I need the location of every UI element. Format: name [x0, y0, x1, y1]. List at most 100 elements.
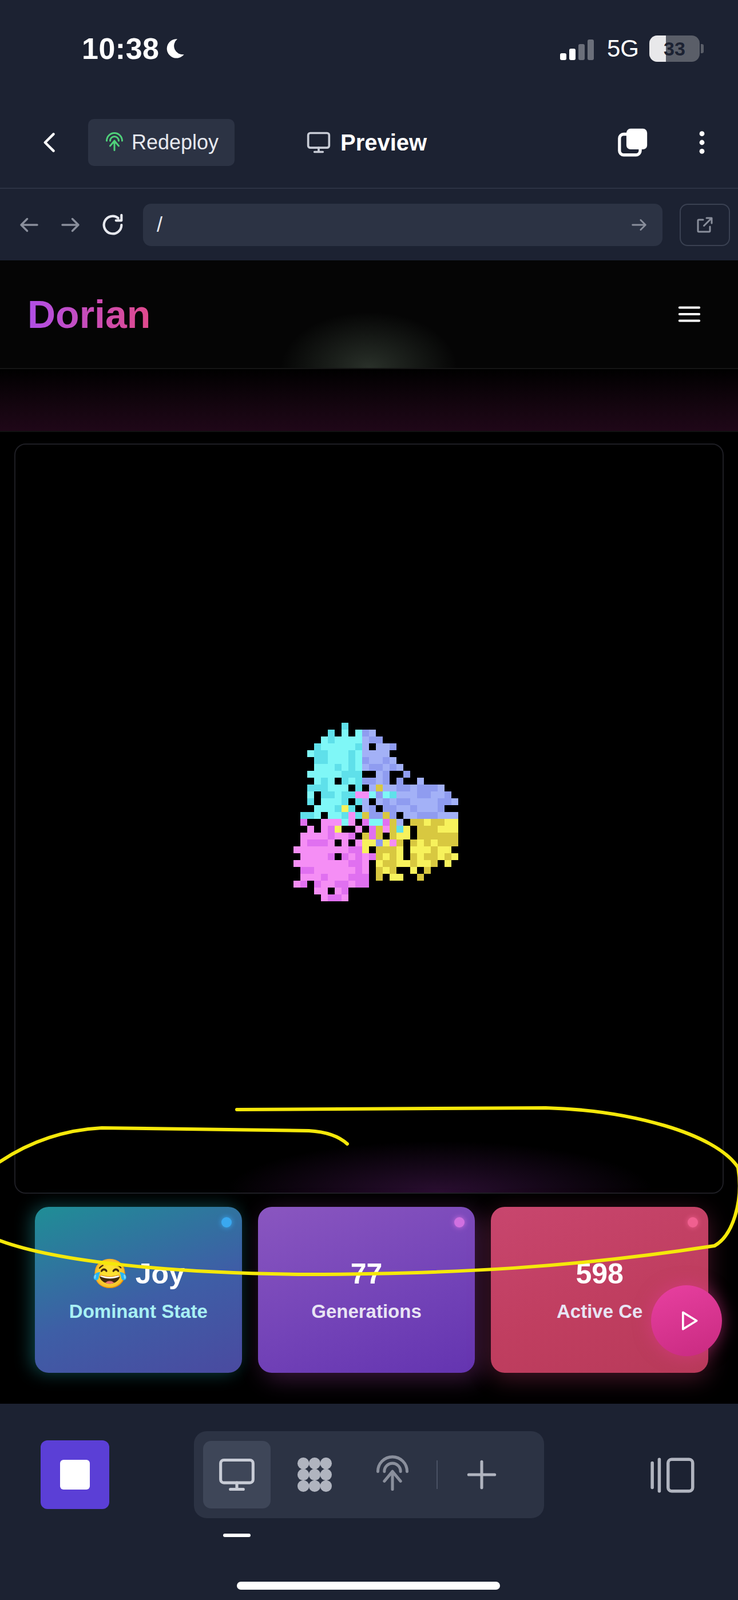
grid-cell [334, 846, 342, 853]
grid-cell [355, 736, 363, 744]
site-logo[interactable]: Dorian [27, 289, 151, 339]
grid-cell [410, 852, 418, 860]
grid-cell [403, 784, 411, 792]
grid-cell [307, 859, 315, 867]
grid-cell [341, 729, 349, 737]
hamburger-menu-icon[interactable] [676, 300, 703, 328]
grid-cell [327, 825, 335, 833]
more-options-icon[interactable] [688, 126, 716, 159]
forward-arrow-icon[interactable] [58, 212, 83, 237]
grid-cell [375, 770, 383, 778]
grid-cell [369, 818, 376, 826]
grid-cell [396, 825, 404, 833]
grid-cell [437, 791, 445, 799]
bottom-toolbar [0, 1403, 738, 1600]
grid-cell [362, 736, 369, 744]
app-toolbar: Redeploy Preview [0, 97, 738, 189]
grid-cell [355, 743, 363, 751]
tabs-icon[interactable] [616, 125, 650, 160]
grid-cell [417, 846, 424, 853]
grid-cell [430, 859, 438, 867]
open-external-button[interactable] [679, 203, 730, 246]
grid-cell [320, 866, 328, 874]
browser-bar: / [0, 188, 738, 261]
url-field[interactable]: / [143, 203, 663, 246]
grid-cell [396, 859, 404, 867]
grid-cell [307, 866, 315, 874]
grid-cell [355, 846, 363, 853]
stats-row: 😂 Joy Dominant State 77 Generations 598 … [0, 1193, 738, 1403]
play-button[interactable] [651, 1284, 722, 1356]
simulation-canvas[interactable] [14, 443, 724, 1194]
grid-cell [375, 784, 383, 792]
stat-label: Generations [311, 1300, 422, 1323]
grid-cell [369, 777, 376, 785]
grid-cell [362, 839, 369, 847]
grid-cell [293, 859, 301, 867]
grid-cell [334, 784, 342, 792]
split-panel-icon[interactable] [648, 1453, 698, 1497]
grid-cell [369, 852, 376, 860]
grid-cell [389, 791, 397, 799]
grid-cell [444, 825, 452, 833]
grid-cell [382, 784, 390, 792]
go-arrow-icon[interactable] [629, 215, 649, 235]
grid-cell [430, 798, 438, 805]
view-tab-group [193, 1430, 545, 1518]
grid-cell [437, 798, 445, 805]
grid-cell [375, 736, 383, 744]
moon-icon [163, 37, 186, 61]
grid-cell [430, 832, 438, 840]
grid-cell [375, 777, 383, 785]
grid-cell [341, 736, 349, 744]
stop-button[interactable] [40, 1439, 110, 1509]
grid-cell [362, 798, 369, 805]
grid-cell [382, 743, 390, 751]
grid-cell [403, 832, 411, 840]
grid-cell [334, 866, 342, 874]
header-glow-strip [0, 369, 738, 432]
view-tab[interactable] [280, 1440, 349, 1509]
network-type: 5G [606, 34, 640, 63]
grid-cell [327, 859, 335, 867]
back-chevron-icon[interactable] [37, 129, 63, 156]
grid-cell [320, 743, 328, 751]
grid-cell [375, 818, 383, 826]
grid-cell [444, 798, 452, 805]
grid-cell [307, 798, 315, 805]
grid-cell [362, 818, 369, 826]
grid-cell [334, 811, 342, 819]
grid-cell [341, 763, 349, 771]
grid-cell [334, 880, 342, 888]
grid-cell [307, 846, 315, 853]
back-arrow-icon[interactable] [17, 212, 42, 237]
stat-label: Active Ce [556, 1300, 643, 1323]
monitor-icon [306, 129, 332, 156]
grid-cell [293, 880, 301, 888]
grid-cell [320, 804, 328, 812]
cell-cluster [272, 722, 466, 915]
grid-cell [389, 846, 397, 853]
grid-cell [341, 743, 349, 751]
grid-cell [382, 866, 390, 874]
grid-cell [355, 852, 363, 860]
grid-cell [327, 784, 335, 792]
reload-icon[interactable] [99, 211, 126, 238]
grid-cell [417, 818, 424, 826]
grid-cell [423, 784, 431, 792]
grid-cell [300, 818, 308, 826]
view-tab[interactable] [447, 1440, 516, 1509]
grid-cell [423, 859, 431, 867]
grid-cell [375, 811, 383, 819]
external-link-icon [694, 214, 716, 236]
redeploy-button[interactable]: Redeploy [88, 118, 235, 166]
grid-cell [327, 791, 335, 799]
grid-cell [444, 859, 452, 867]
grid-cell [320, 763, 328, 771]
grid-cell [327, 839, 335, 847]
view-tab[interactable] [358, 1440, 427, 1509]
grid-cell [320, 791, 328, 799]
view-tab[interactable] [203, 1440, 271, 1509]
grid-cell [341, 750, 349, 757]
grid-cell [423, 798, 431, 805]
